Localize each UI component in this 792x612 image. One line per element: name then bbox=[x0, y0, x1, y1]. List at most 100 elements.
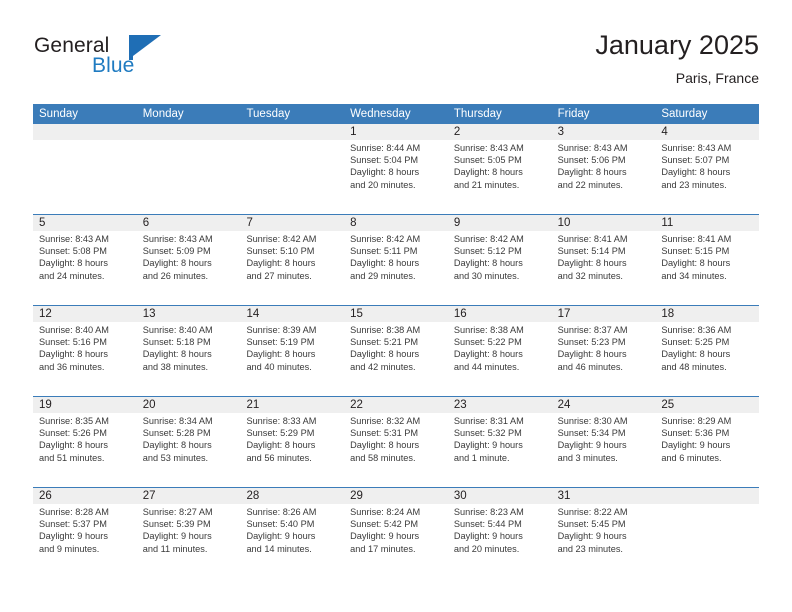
day-sunrise-text: Sunrise: 8:38 AM bbox=[350, 325, 421, 335]
day-details: Sunrise: 8:30 AM Sunset: 5:34 PM Daylight:… bbox=[558, 415, 653, 464]
day-cell[interactable]: 6 Sunrise: 8:43 AM Sunset: 5:09 PM Daylight… bbox=[137, 215, 241, 305]
day-daylight1-text: Daylight: 8 hours bbox=[557, 258, 627, 269]
calendar-week-row: 26 Sunrise: 8:28 AM Sunset: 5:37 PM Dayligh… bbox=[33, 487, 759, 578]
day-details: Sunrise: 8:42 AM Sunset: 5:11 PM Daylight:… bbox=[350, 233, 445, 282]
day-cell[interactable]: 15 Sunrise: 8:38 AM Sunset: 5:21 PM Dayligh… bbox=[344, 306, 448, 396]
day-cell[interactable]: 17 Sunrise: 8:37 AM Sunset: 5:23 PM Dayligh… bbox=[552, 306, 656, 396]
day-number bbox=[39, 124, 134, 140]
day-cell[interactable]: 22 Sunrise: 8:32 AM Sunset: 5:31 PM Dayligh… bbox=[344, 397, 448, 487]
day-cell[interactable]: 25 Sunrise: 8:29 AM Sunset: 5:36 PM Dayligh… bbox=[655, 397, 759, 487]
day-number: 27 bbox=[142, 490, 156, 502]
day-cell[interactable]: 10 Sunrise: 8:41 AM Sunset: 5:14 PM Dayligh… bbox=[552, 215, 656, 305]
day-details: Sunrise: 8:43 AM Sunset: 5:05 PM Daylight:… bbox=[454, 142, 549, 191]
day-details: Sunrise: 8:29 AM Sunset: 5:36 PM Daylight:… bbox=[661, 415, 756, 464]
day-sunset-text: Sunset: 5:19 PM bbox=[246, 337, 315, 348]
day-details: Sunrise: 8:42 AM Sunset: 5:12 PM Daylight:… bbox=[454, 233, 549, 282]
week-cells: 1 Sunrise: 8:44 AM Sunset: 5:04 PM Daylight… bbox=[33, 124, 759, 214]
day-daylight1-text: Daylight: 9 hours bbox=[39, 531, 108, 542]
day-sunrise-text: Sunrise: 8:34 AM bbox=[142, 416, 213, 426]
day-daylight1-text: Daylight: 9 hours bbox=[453, 531, 523, 542]
day-daylight1-text: Daylight: 8 hours bbox=[557, 349, 627, 360]
day-sunrise-text: Sunrise: 8:42 AM bbox=[350, 234, 421, 244]
day-cell[interactable]: 13 Sunrise: 8:40 AM Sunset: 5:18 PM Dayligh… bbox=[137, 306, 241, 396]
day-cell[interactable]: 3 Sunrise: 8:43 AM Sunset: 5:06 PM Daylight… bbox=[552, 124, 656, 214]
day-number: 31 bbox=[557, 490, 571, 502]
day-sunset-text: Sunset: 5:11 PM bbox=[350, 246, 418, 257]
day-cell[interactable]: 2 Sunrise: 8:43 AM Sunset: 5:05 PM Daylight… bbox=[448, 124, 552, 214]
day-cell[interactable]: 5 Sunrise: 8:43 AM Sunset: 5:08 PM Daylight… bbox=[33, 215, 137, 305]
day-cell[interactable]: 1 Sunrise: 8:44 AM Sunset: 5:04 PM Daylight… bbox=[344, 124, 448, 214]
day-number: 30 bbox=[453, 490, 467, 502]
day-cell[interactable]: 4 Sunrise: 8:43 AM Sunset: 5:07 PM Daylight… bbox=[655, 124, 759, 214]
day-cell[interactable]: 30 Sunrise: 8:23 AM Sunset: 5:44 PM Dayligh… bbox=[448, 488, 552, 578]
day-cell[interactable]: 24 Sunrise: 8:30 AM Sunset: 5:34 PM Dayligh… bbox=[552, 397, 656, 487]
week-cells: 19 Sunrise: 8:35 AM Sunset: 5:26 PM Dayligh… bbox=[33, 397, 759, 487]
day-daylight2-text: and 11 minutes. bbox=[142, 543, 208, 554]
day-daylight1-text: Daylight: 8 hours bbox=[246, 258, 316, 269]
calendar-week-row: 12 Sunrise: 8:40 AM Sunset: 5:16 PM Dayligh… bbox=[33, 305, 759, 396]
day-cell[interactable]: 18 Sunrise: 8:36 AM Sunset: 5:25 PM Dayligh… bbox=[655, 306, 759, 396]
day-sunrise-text: Sunrise: 8:27 AM bbox=[142, 507, 213, 517]
week-cells: 26 Sunrise: 8:28 AM Sunset: 5:37 PM Dayligh… bbox=[33, 488, 759, 578]
day-daylight2-text: and 23 minutes. bbox=[557, 543, 623, 554]
day-sunset-text: Sunset: 5:44 PM bbox=[453, 519, 522, 530]
day-daylight2-text: and 53 minutes. bbox=[142, 452, 209, 463]
brand-logo[interactable]: General Blue bbox=[33, 34, 253, 90]
calendar-grid: Sunday Monday Tuesday Wednesday Thursday… bbox=[33, 104, 759, 578]
day-cell[interactable]: 11 Sunrise: 8:41 AM Sunset: 5:15 PM Dayligh… bbox=[655, 215, 759, 305]
day-sunset-text: Sunset: 5:31 PM bbox=[350, 428, 419, 439]
day-number: 1 bbox=[350, 126, 357, 138]
day-sunset-text: Sunset: 5:29 PM bbox=[246, 428, 315, 439]
day-daylight1-text: Daylight: 8 hours bbox=[661, 258, 731, 269]
day-cell[interactable]: 20 Sunrise: 8:34 AM Sunset: 5:28 PM Dayligh… bbox=[137, 397, 241, 487]
day-details: Sunrise: 8:43 AM Sunset: 5:09 PM Daylight:… bbox=[143, 233, 238, 282]
day-cell[interactable]: 19 Sunrise: 8:35 AM Sunset: 5:26 PM Dayligh… bbox=[33, 397, 137, 487]
day-sunset-text: Sunset: 5:39 PM bbox=[142, 519, 211, 530]
day-daylight1-text: Daylight: 8 hours bbox=[350, 349, 420, 360]
day-cell[interactable]: 12 Sunrise: 8:40 AM Sunset: 5:16 PM Dayligh… bbox=[33, 306, 137, 396]
day-sunset-text: Sunset: 5:04 PM bbox=[350, 155, 419, 166]
day-daylight1-text: Daylight: 8 hours bbox=[142, 258, 212, 269]
day-cell[interactable]: 28 Sunrise: 8:26 AM Sunset: 5:40 PM Dayligh… bbox=[240, 488, 344, 578]
day-daylight2-text: and 1 minute. bbox=[453, 452, 510, 463]
day-daylight1-text: Daylight: 9 hours bbox=[142, 531, 212, 542]
weekday-header-row: Sunday Monday Tuesday Wednesday Thursday… bbox=[33, 104, 759, 124]
day-cell-empty bbox=[33, 124, 137, 214]
day-cell[interactable]: 7 Sunrise: 8:42 AM Sunset: 5:10 PM Daylight… bbox=[240, 215, 344, 305]
day-cell[interactable]: 29 Sunrise: 8:24 AM Sunset: 5:42 PM Dayligh… bbox=[344, 488, 448, 578]
day-details: Sunrise: 8:44 AM Sunset: 5:04 PM Daylight:… bbox=[350, 142, 445, 191]
day-details: Sunrise: 8:27 AM Sunset: 5:39 PM Daylight:… bbox=[143, 506, 238, 555]
day-number bbox=[661, 488, 756, 504]
day-sunrise-text: Sunrise: 8:40 AM bbox=[142, 325, 213, 335]
day-sunrise-text: Sunrise: 8:42 AM bbox=[453, 234, 524, 244]
day-cell[interactable]: 14 Sunrise: 8:39 AM Sunset: 5:19 PM Dayligh… bbox=[240, 306, 344, 396]
day-details: Sunrise: 8:28 AM Sunset: 5:37 PM Daylight:… bbox=[39, 506, 134, 555]
day-daylight1-text: Daylight: 8 hours bbox=[557, 167, 627, 178]
day-cell[interactable]: 8 Sunrise: 8:42 AM Sunset: 5:11 PM Daylight… bbox=[344, 215, 448, 305]
day-cell[interactable]: 9 Sunrise: 8:42 AM Sunset: 5:12 PM Daylight… bbox=[448, 215, 552, 305]
day-sunset-text: Sunset: 5:14 PM bbox=[557, 246, 626, 257]
day-cell[interactable]: 21 Sunrise: 8:33 AM Sunset: 5:29 PM Dayligh… bbox=[240, 397, 344, 487]
day-daylight2-text: and 14 minutes. bbox=[246, 543, 312, 554]
day-sunset-text: Sunset: 5:16 PM bbox=[39, 337, 107, 348]
day-sunrise-text: Sunrise: 8:37 AM bbox=[557, 325, 628, 335]
day-cell[interactable]: 31 Sunrise: 8:22 AM Sunset: 5:45 PM Dayligh… bbox=[552, 488, 656, 578]
day-daylight2-text: and 48 minutes. bbox=[661, 361, 727, 372]
day-cell[interactable]: 16 Sunrise: 8:38 AM Sunset: 5:22 PM Dayligh… bbox=[448, 306, 552, 396]
day-sunrise-text: Sunrise: 8:43 AM bbox=[557, 143, 628, 153]
day-number: 7 bbox=[246, 217, 253, 229]
day-daylight1-text: Daylight: 9 hours bbox=[350, 531, 420, 542]
day-daylight2-text: and 20 minutes. bbox=[453, 543, 520, 554]
day-cell[interactable]: 27 Sunrise: 8:27 AM Sunset: 5:39 PM Dayligh… bbox=[137, 488, 241, 578]
day-cell[interactable]: 23 Sunrise: 8:31 AM Sunset: 5:32 PM Dayligh… bbox=[448, 397, 552, 487]
day-number: 28 bbox=[246, 490, 260, 502]
day-cell[interactable]: 26 Sunrise: 8:28 AM Sunset: 5:37 PM Dayligh… bbox=[33, 488, 137, 578]
day-daylight1-text: Daylight: 9 hours bbox=[453, 440, 523, 451]
day-daylight2-text: and 21 minutes. bbox=[453, 179, 520, 190]
day-daylight2-text: and 40 minutes. bbox=[246, 361, 312, 372]
day-sunrise-text: Sunrise: 8:23 AM bbox=[453, 507, 524, 517]
day-number: 23 bbox=[453, 399, 467, 411]
day-sunset-text: Sunset: 5:21 PM bbox=[350, 337, 419, 348]
day-daylight2-text: and 23 minutes. bbox=[661, 179, 727, 190]
day-sunset-text: Sunset: 5:10 PM bbox=[246, 246, 315, 257]
